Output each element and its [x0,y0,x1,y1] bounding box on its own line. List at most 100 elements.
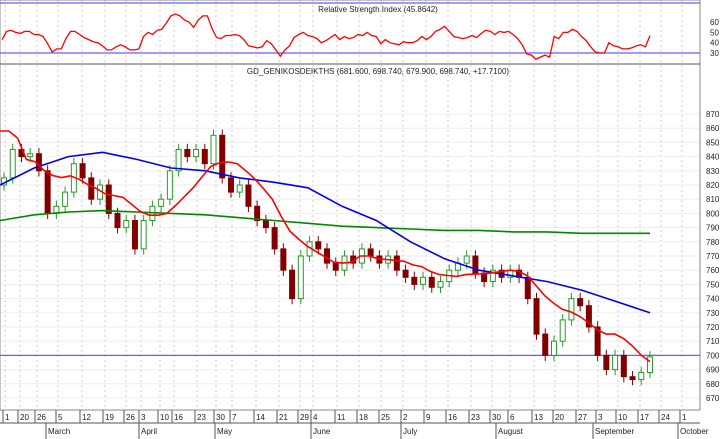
x-tick-label: 21 [279,413,288,422]
x-tick-label: 3 [141,413,146,422]
candle-up [62,186,69,212]
month-label: June [313,427,331,436]
x-tick-label: 4 [313,413,318,422]
candle-down [620,349,627,383]
price-tick-label: 860 [706,124,720,133]
price-tick-label: 690 [706,366,720,375]
x-tick-label: 10 [618,413,627,422]
price-tick-label: 840 [706,153,720,162]
price-tick-label: 810 [706,195,720,204]
candle-down [603,349,610,376]
price-tick-label: 800 [706,209,720,218]
candle-down [629,371,636,386]
rsi-tick-label: 40 [710,39,719,48]
price-tick-label: 850 [706,138,720,147]
price-tick-label: 740 [706,295,720,304]
candle-up [420,271,427,291]
price-tick-label: 830 [706,167,720,176]
month-label: April [141,427,157,436]
price-title: GD_GENIKOSDEIKTHS (681.600, 698.740, 679… [247,67,510,76]
candle-down [184,143,191,163]
x-tick-label: 16 [174,413,183,422]
month-label: May [217,427,232,436]
candle-down [35,148,42,177]
chart-window: Relative Strength Index (45.8642) GD_GEN… [0,0,728,439]
candle-up [507,264,514,283]
x-axis: 1 20 26 5 12 19 26 3 10 16 23 30 7 14 21 29 4 11 18 25 2 9 16 2… [0,410,709,439]
candle-up [140,214,147,255]
candle-down [280,243,287,276]
x-tick-label: 2 [403,413,408,422]
x-tick-label: 26 [126,413,135,422]
rsi-panel: 6050 4030 [0,13,719,60]
candle-up [550,335,557,362]
candle-up [236,179,243,198]
chart-svg: Relative Strength Index (45.8642) GD_GEN… [0,0,720,439]
price-tick-label: 700 [706,351,720,360]
month-label: March [48,427,70,436]
x-tick-label: 20 [555,413,564,422]
candle-up [166,165,173,205]
candle-up [123,214,130,234]
month-label: July [403,427,417,436]
x-tick-label: 1 [682,413,687,422]
price-tick-label: 770 [706,252,720,261]
price-tick-label: 680 [706,380,720,389]
candle-down [402,264,409,283]
candle-down [289,264,296,305]
x-tick-label: 24 [661,413,670,422]
price-tick-label: 760 [706,266,720,275]
candle-up [568,292,575,326]
x-tick-label: 30 [216,413,225,422]
candle-up [158,193,165,212]
x-tick-label: 23 [197,413,206,422]
x-tick-label: 1 [5,413,10,422]
candle-up [437,275,444,293]
x-tick-label: 17 [640,413,649,422]
price-tick-label: 710 [706,337,720,346]
x-tick-label: 10 [160,413,169,422]
price-tick-label: 670 [706,394,720,403]
price-tick-label: 750 [706,280,720,289]
month-label: October [680,427,709,436]
x-tick-label: 12 [82,413,91,422]
price-tick-label: 720 [706,323,720,332]
candle-down [542,328,549,362]
candle-up [210,129,217,170]
price-tick-label: 820 [706,181,720,190]
month-label: August [498,427,524,436]
candle-down [393,250,400,276]
x-tick-label: 26 [37,413,46,422]
x-tick-label: 30 [492,413,501,422]
x-tick-label: 13 [534,413,543,422]
x-tick-label: 19 [105,413,114,422]
rsi-tick-label: 50 [710,28,719,37]
ma-200-line [0,209,650,235]
x-tick-label: 16 [448,413,457,422]
x-tick-label: 7 [232,413,237,422]
x-tick-label: 3 [598,413,603,422]
x-tick-label: 23 [471,413,480,422]
x-tick-label: 27 [578,413,587,422]
x-tick-label: 6 [510,413,515,422]
x-tick-label: 18 [359,413,368,422]
price-tick-label: 870 [706,110,720,119]
x-tick-label: 5 [58,413,63,422]
candle-down [428,271,435,293]
candle-up [175,143,182,177]
candle-down [271,221,278,255]
candle-down [262,214,269,234]
x-tick-label: 25 [381,413,390,422]
candle-up [297,250,304,305]
month-label: September [595,427,634,436]
candle-up [193,143,200,163]
candle-down [594,321,601,362]
rsi-tick-label: 60 [710,18,719,27]
x-tick-label: 9 [426,413,431,422]
price-tick-label: 730 [706,309,720,318]
x-tick-label: 11 [337,413,346,422]
candle-down [411,271,418,291]
candle-down [131,214,138,255]
candle-down [324,243,330,269]
candle-down [533,292,540,340]
